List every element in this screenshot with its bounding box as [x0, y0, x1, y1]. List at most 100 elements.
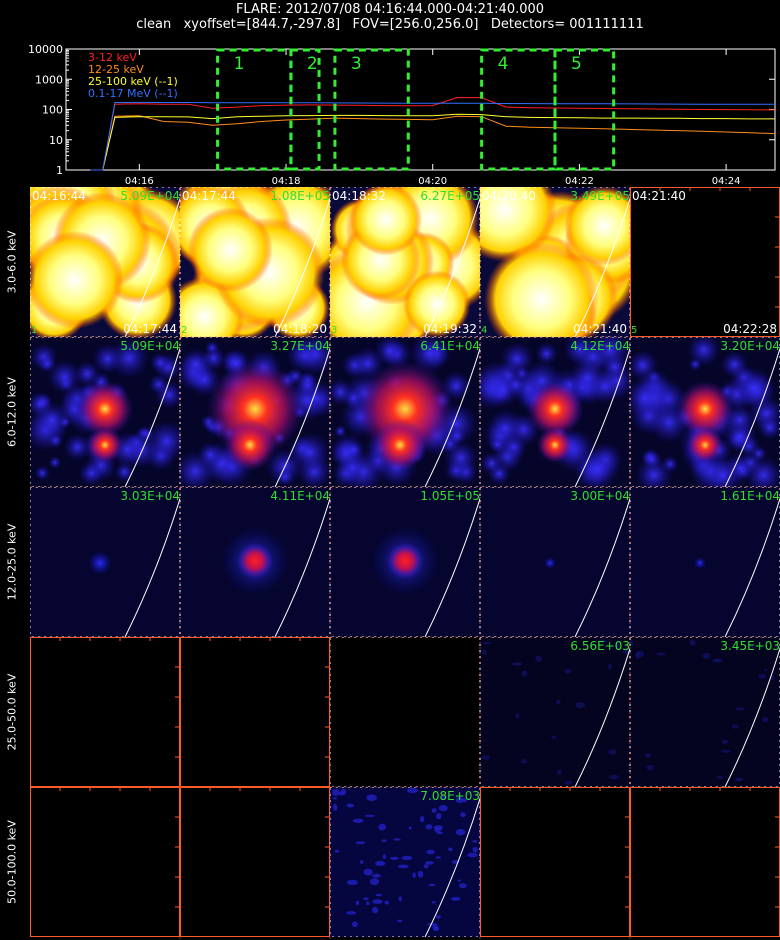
interval-label: 1: [234, 54, 245, 74]
noise-speckle: [721, 739, 729, 744]
peak-value-label: 7.08E+03: [420, 789, 480, 803]
noise-speckle: [363, 868, 373, 876]
image-cell: 04:20:40 04:21:40 3.49E+05 4: [480, 187, 630, 337]
image-panel: [30, 487, 180, 637]
image-panel: [330, 637, 480, 787]
peak-value-label: 5.09E+04: [120, 339, 180, 353]
noise-speckle: [366, 901, 370, 906]
noise-speckle: [433, 825, 443, 831]
noise-speckle: [556, 699, 561, 705]
x-tick-label: 04:22: [565, 176, 594, 187]
image-cell: 6.56E+03: [480, 637, 630, 787]
source-blob: [38, 355, 57, 373]
peak-value-label: 4.11E+04: [270, 489, 330, 503]
noise-speckle: [521, 759, 528, 764]
noise-speckle: [512, 662, 523, 666]
noise-speckle: [428, 883, 436, 887]
source-blob: [48, 456, 62, 469]
noise-speckle: [467, 852, 478, 858]
x-tick-label: 04:16: [125, 176, 154, 187]
noise-speckle: [609, 774, 619, 780]
noise-speckle: [438, 805, 448, 812]
image-panel: [630, 787, 780, 937]
source-blob: [78, 460, 104, 486]
image-cell: 4.11E+04: [180, 487, 330, 637]
source-blob: [197, 441, 224, 468]
noise-speckle: [389, 856, 400, 860]
series-line: [90, 115, 776, 171]
noise-speckle: [382, 854, 387, 859]
interval-label: 5: [571, 54, 582, 74]
legend-entry: 0.1-17 MeV (--1): [88, 87, 178, 100]
noise-speckle: [758, 674, 767, 679]
image-cell: 1.61E+04: [630, 487, 780, 637]
image-panel: [180, 187, 330, 337]
source-blob: [205, 340, 220, 355]
image-panel: [30, 787, 180, 937]
noise-speckle: [608, 749, 617, 755]
start-time-label: 04:17:44: [182, 189, 236, 203]
noise-speckle: [355, 900, 360, 906]
lightcurve-chart: 1 10 100 1000 10000 04:16 04:18 04:20 04:22 04:24…: [28, 43, 776, 187]
image-cell: 6.41E+04: [330, 337, 480, 487]
noise-speckle: [771, 675, 775, 681]
source-blob: [344, 441, 363, 459]
image-panel: [630, 187, 780, 337]
noise-speckle: [369, 878, 380, 886]
noise-speckle: [412, 872, 416, 879]
peak-value-label: 3.20E+04: [720, 339, 780, 353]
noise-speckle: [346, 803, 355, 808]
image-panel: [330, 337, 480, 487]
plot-subtitle: clean xyoffset=[844.7,-297.8] FOV=[256.0…: [136, 17, 644, 32]
noise-speckle: [712, 658, 723, 663]
peak-value-label: 6.27E+05: [420, 189, 480, 203]
source-blob: [276, 468, 294, 486]
noise-speckle: [764, 668, 768, 672]
noise-speckle: [346, 879, 358, 886]
noise-speckle: [564, 668, 572, 674]
peak-value-label: 1.61E+04: [720, 489, 780, 503]
image-cell: 04:18:32 04:19:32 6.27E+05 3: [330, 187, 480, 337]
noise-speckle: [575, 702, 586, 709]
noise-speckle: [334, 849, 340, 853]
interval-label: 4: [498, 54, 509, 74]
image-panel: [480, 637, 630, 787]
noise-speckle: [551, 735, 556, 739]
end-time-label: 04:18:20: [273, 322, 327, 336]
noise-speckle: [351, 921, 358, 928]
image-panel: [630, 637, 780, 787]
source-blob: [694, 557, 706, 569]
image-cell: 5.09E+04: [30, 337, 180, 487]
noise-speckle: [731, 724, 739, 729]
y-tick-label: 10: [49, 134, 63, 147]
noise-speckle: [448, 847, 453, 852]
noise-speckle: [435, 856, 442, 859]
noise-speckle: [331, 789, 340, 796]
image-panel: [330, 187, 480, 337]
noise-speckle: [398, 896, 402, 902]
noise-speckle: [366, 794, 378, 802]
noise-speckle: [431, 900, 436, 904]
peak-value-label: 3.00E+04: [570, 489, 630, 503]
source-blob: [289, 432, 330, 473]
noise-speckle: [425, 861, 434, 865]
noise-speckle: [355, 841, 366, 845]
noise-speckle: [397, 919, 403, 923]
background: [630, 787, 780, 937]
noise-speckle: [431, 808, 437, 813]
image-panel: [180, 637, 330, 787]
x-tick-label: 04:20: [418, 176, 447, 187]
noise-speckle: [362, 897, 369, 901]
noise-speckle: [472, 846, 478, 853]
noise-speckle: [716, 775, 723, 780]
peak-value-label: 6.41E+04: [420, 339, 480, 353]
noise-speckle: [333, 797, 337, 800]
row-label: 12.0-25.0 keV: [0, 487, 24, 637]
noise-speckle: [352, 818, 364, 823]
noise-speckle: [378, 823, 386, 831]
background: [630, 187, 780, 337]
source-blob: [149, 352, 171, 373]
source-blob: [30, 230, 124, 329]
image-cell: 3.20E+04: [630, 337, 780, 487]
image-cell: 04:17:44 04:18:20 1.08E+05 2: [180, 187, 330, 337]
